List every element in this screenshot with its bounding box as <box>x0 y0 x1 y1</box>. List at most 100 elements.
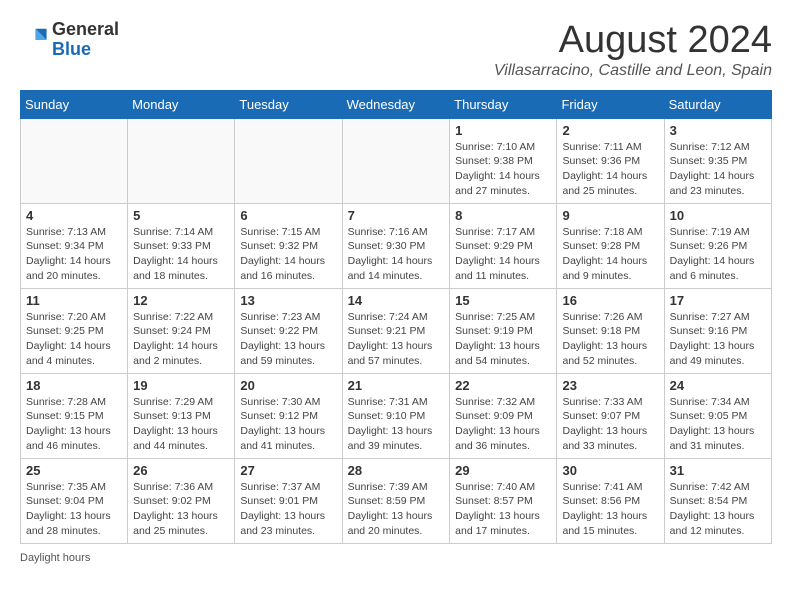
calendar-cell: 19 Sunrise: 7:29 AM Sunset: 9:13 PM Dayli… <box>128 373 235 458</box>
calendar-cell <box>235 118 342 203</box>
day-number: 5 <box>133 208 229 223</box>
day-detail: Sunrise: 7:13 AM Sunset: 9:34 PM Dayligh… <box>26 225 122 284</box>
page-header: General Blue August 2024 Villasarracino,… <box>20 20 772 80</box>
day-detail: Sunrise: 7:20 AM Sunset: 9:25 PM Dayligh… <box>26 310 122 369</box>
day-detail: Sunrise: 7:16 AM Sunset: 9:30 PM Dayligh… <box>348 225 445 284</box>
day-detail: Sunrise: 7:37 AM Sunset: 9:01 PM Dayligh… <box>240 480 336 539</box>
calendar-cell: 22 Sunrise: 7:32 AM Sunset: 9:09 PM Dayli… <box>450 373 557 458</box>
day-number: 26 <box>133 463 229 478</box>
day-number: 6 <box>240 208 336 223</box>
day-number: 7 <box>348 208 445 223</box>
calendar-header-sunday: Sunday <box>21 90 128 118</box>
calendar-cell: 29 Sunrise: 7:40 AM Sunset: 8:57 PM Dayli… <box>450 458 557 543</box>
day-number: 10 <box>670 208 766 223</box>
day-detail: Sunrise: 7:36 AM Sunset: 9:02 PM Dayligh… <box>133 480 229 539</box>
calendar-cell: 6 Sunrise: 7:15 AM Sunset: 9:32 PM Daylig… <box>235 203 342 288</box>
day-number: 14 <box>348 293 445 308</box>
day-detail: Sunrise: 7:30 AM Sunset: 9:12 PM Dayligh… <box>240 395 336 454</box>
calendar-header-monday: Monday <box>128 90 235 118</box>
day-detail: Sunrise: 7:25 AM Sunset: 9:19 PM Dayligh… <box>455 310 551 369</box>
day-number: 29 <box>455 463 551 478</box>
calendar-cell: 10 Sunrise: 7:19 AM Sunset: 9:26 PM Dayli… <box>664 203 771 288</box>
day-number: 13 <box>240 293 336 308</box>
calendar-cell: 4 Sunrise: 7:13 AM Sunset: 9:34 PM Daylig… <box>21 203 128 288</box>
calendar-cell: 7 Sunrise: 7:16 AM Sunset: 9:30 PM Daylig… <box>342 203 450 288</box>
day-number: 16 <box>562 293 658 308</box>
day-detail: Sunrise: 7:24 AM Sunset: 9:21 PM Dayligh… <box>348 310 445 369</box>
day-number: 2 <box>562 123 658 138</box>
day-number: 18 <box>26 378 122 393</box>
calendar-cell: 2 Sunrise: 7:11 AM Sunset: 9:36 PM Daylig… <box>557 118 664 203</box>
day-detail: Sunrise: 7:29 AM Sunset: 9:13 PM Dayligh… <box>133 395 229 454</box>
calendar-cell: 28Sunrise: 7:39 AM Sunset: 8:59 PM Dayli… <box>342 458 450 543</box>
day-detail: Sunrise: 7:40 AM Sunset: 8:57 PM Dayligh… <box>455 480 551 539</box>
calendar-cell: 8Sunrise: 7:17 AM Sunset: 9:29 PM Daylig… <box>450 203 557 288</box>
day-number: 19 <box>133 378 229 393</box>
day-detail: Sunrise: 7:34 AM Sunset: 9:05 PM Dayligh… <box>670 395 766 454</box>
calendar-header-row: SundayMondayTuesdayWednesdayThursdayFrid… <box>21 90 772 118</box>
day-detail: Sunrise: 7:10 AM Sunset: 9:38 PM Dayligh… <box>455 140 551 199</box>
day-detail: Sunrise: 7:22 AM Sunset: 9:24 PM Dayligh… <box>133 310 229 369</box>
calendar-cell: 17Sunrise: 7:27 AM Sunset: 9:16 PM Dayli… <box>664 288 771 373</box>
day-detail: Sunrise: 7:33 AM Sunset: 9:07 PM Dayligh… <box>562 395 658 454</box>
day-number: 8 <box>455 208 551 223</box>
day-number: 21 <box>348 378 445 393</box>
day-detail: Sunrise: 7:15 AM Sunset: 9:32 PM Dayligh… <box>240 225 336 284</box>
day-number: 25 <box>26 463 122 478</box>
day-number: 11 <box>26 293 122 308</box>
calendar-cell: 13 Sunrise: 7:23 AM Sunset: 9:22 PM Dayli… <box>235 288 342 373</box>
day-number: 4 <box>26 208 122 223</box>
calendar-cell: 26 Sunrise: 7:36 AM Sunset: 9:02 PM Dayli… <box>128 458 235 543</box>
calendar-cell: 20 Sunrise: 7:30 AM Sunset: 9:12 PM Dayli… <box>235 373 342 458</box>
day-number: 9 <box>562 208 658 223</box>
day-detail: Sunrise: 7:39 AM Sunset: 8:59 PM Dayligh… <box>348 480 445 539</box>
day-number: 20 <box>240 378 336 393</box>
week-row-2: 4 Sunrise: 7:13 AM Sunset: 9:34 PM Daylig… <box>21 203 772 288</box>
day-detail: Sunrise: 7:42 AM Sunset: 8:54 PM Dayligh… <box>670 480 766 539</box>
logo-icon <box>20 26 48 54</box>
day-detail: Sunrise: 7:26 AM Sunset: 9:18 PM Dayligh… <box>562 310 658 369</box>
day-number: 30 <box>562 463 658 478</box>
day-number: 1 <box>455 123 551 138</box>
day-detail: Sunrise: 7:31 AM Sunset: 9:10 PM Dayligh… <box>348 395 445 454</box>
calendar-cell: 30 Sunrise: 7:41 AM Sunset: 8:56 PM Dayli… <box>557 458 664 543</box>
calendar-cell: 18 Sunrise: 7:28 AM Sunset: 9:15 PM Dayli… <box>21 373 128 458</box>
day-number: 22 <box>455 378 551 393</box>
daylight-note: Daylight hours <box>20 552 772 564</box>
week-row-5: 25Sunrise: 7:35 AM Sunset: 9:04 PM Dayli… <box>21 458 772 543</box>
calendar-cell: 23 Sunrise: 7:33 AM Sunset: 9:07 PM Dayli… <box>557 373 664 458</box>
calendar-cell: 9 Sunrise: 7:18 AM Sunset: 9:28 PM Daylig… <box>557 203 664 288</box>
month-year-title: August 2024 <box>494 20 772 62</box>
calendar-cell: 15 Sunrise: 7:25 AM Sunset: 9:19 PM Dayli… <box>450 288 557 373</box>
logo-blue-text: Blue <box>52 40 119 60</box>
day-detail: Sunrise: 7:18 AM Sunset: 9:28 PM Dayligh… <box>562 225 658 284</box>
day-number: 27 <box>240 463 336 478</box>
calendar-cell: 31 Sunrise: 7:42 AM Sunset: 8:54 PM Dayli… <box>664 458 771 543</box>
week-row-1: 1 Sunrise: 7:10 AM Sunset: 9:38 PM Daylig… <box>21 118 772 203</box>
day-number: 12 <box>133 293 229 308</box>
calendar-cell: 21 Sunrise: 7:31 AM Sunset: 9:10 PM Dayli… <box>342 373 450 458</box>
day-detail: Sunrise: 7:32 AM Sunset: 9:09 PM Dayligh… <box>455 395 551 454</box>
day-detail: Sunrise: 7:23 AM Sunset: 9:22 PM Dayligh… <box>240 310 336 369</box>
day-detail: Sunrise: 7:14 AM Sunset: 9:33 PM Dayligh… <box>133 225 229 284</box>
day-detail: Sunrise: 7:41 AM Sunset: 8:56 PM Dayligh… <box>562 480 658 539</box>
calendar-header-wednesday: Wednesday <box>342 90 450 118</box>
calendar-cell <box>128 118 235 203</box>
calendar-cell: 16 Sunrise: 7:26 AM Sunset: 9:18 PM Dayli… <box>557 288 664 373</box>
week-row-4: 18 Sunrise: 7:28 AM Sunset: 9:15 PM Dayli… <box>21 373 772 458</box>
day-detail: Sunrise: 7:19 AM Sunset: 9:26 PM Dayligh… <box>670 225 766 284</box>
calendar-cell: 3Sunrise: 7:12 AM Sunset: 9:35 PM Daylig… <box>664 118 771 203</box>
day-detail: Sunrise: 7:12 AM Sunset: 9:35 PM Dayligh… <box>670 140 766 199</box>
calendar-cell <box>342 118 450 203</box>
day-number: 23 <box>562 378 658 393</box>
day-number: 17 <box>670 293 766 308</box>
day-number: 15 <box>455 293 551 308</box>
logo: General Blue <box>20 20 119 60</box>
day-detail: Sunrise: 7:11 AM Sunset: 9:36 PM Dayligh… <box>562 140 658 199</box>
title-block: August 2024 Villasarracino, Castille and… <box>494 20 772 80</box>
calendar-cell: 25Sunrise: 7:35 AM Sunset: 9:04 PM Dayli… <box>21 458 128 543</box>
calendar-header-thursday: Thursday <box>450 90 557 118</box>
location-subtitle: Villasarracino, Castille and Leon, Spain <box>494 62 772 80</box>
day-detail: Sunrise: 7:28 AM Sunset: 9:15 PM Dayligh… <box>26 395 122 454</box>
day-number: 31 <box>670 463 766 478</box>
